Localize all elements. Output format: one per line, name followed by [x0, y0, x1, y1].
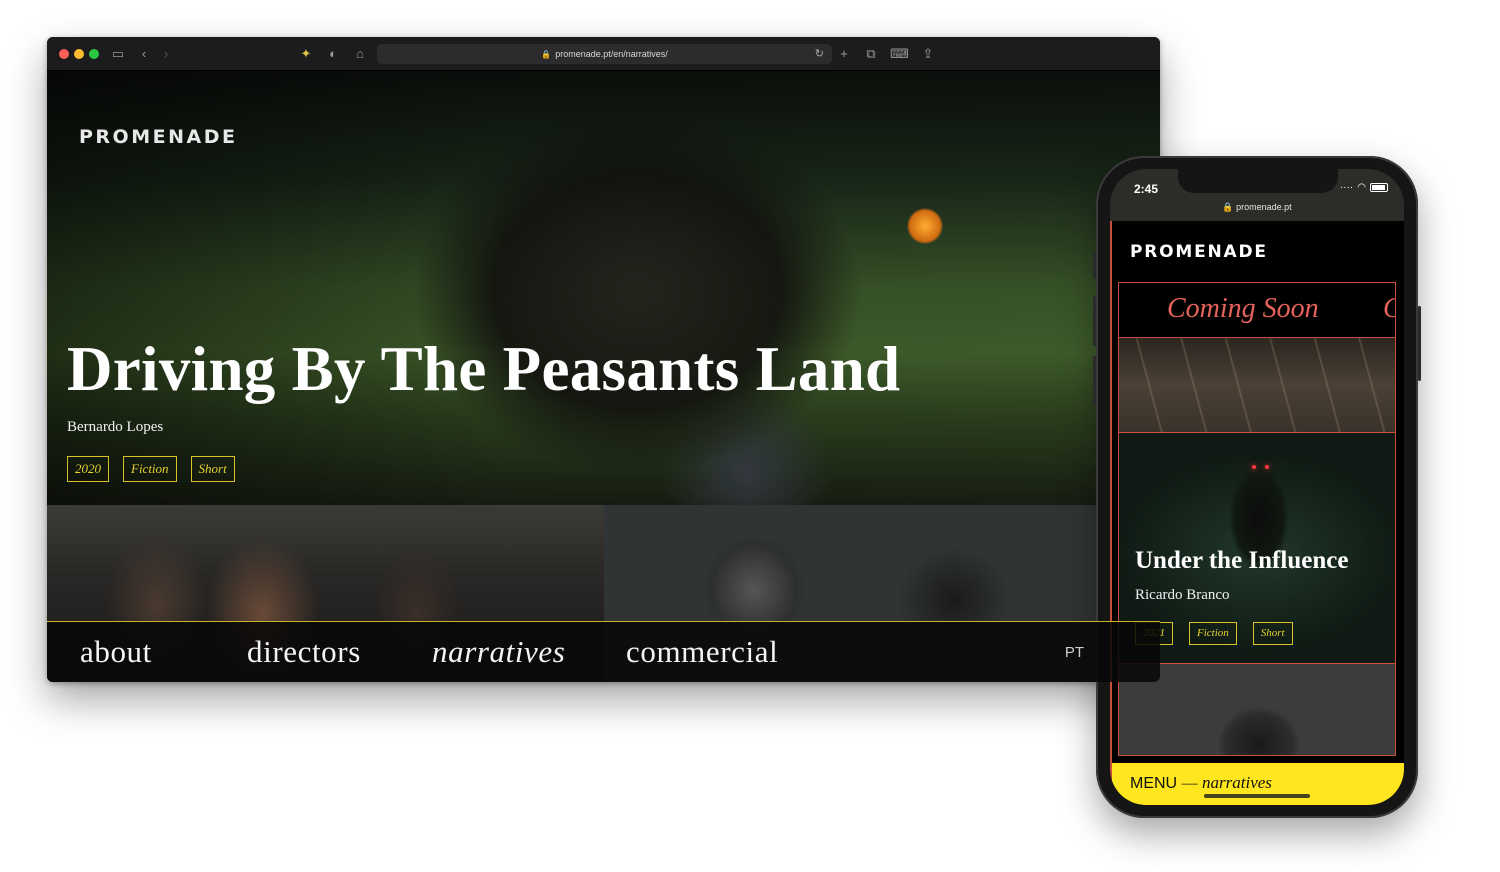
- coming-soon-text: Coming Soon: [1167, 293, 1319, 324]
- home-icon[interactable]: ⌂: [351, 45, 369, 63]
- new-tab-icon[interactable]: +: [835, 45, 853, 63]
- page-viewport: PROMENADE Driving By The Peasants Land B…: [47, 71, 1160, 682]
- phone-address-bar[interactable]: 🔒 promenade.pt: [1110, 202, 1404, 213]
- extension-icon[interactable]: ✦: [297, 45, 315, 63]
- forward-icon[interactable]: ›: [157, 45, 175, 63]
- phone-site-logo[interactable]: PROMENADE: [1130, 242, 1268, 262]
- sidebar-toggle-icon[interactable]: ▭: [109, 45, 127, 63]
- coming-soon-image[interactable]: [1118, 338, 1396, 432]
- address-url: promenade.pt/en/narratives/: [555, 49, 668, 59]
- project-card-title: Under the Influence: [1135, 547, 1349, 574]
- phone-mute-switch: [1093, 251, 1096, 279]
- coming-soon-text-next: C: [1383, 293, 1395, 325]
- battery-icon: [1370, 183, 1388, 192]
- phone-power-button: [1418, 306, 1421, 381]
- desktop-browser-window: ▭ ‹ › ✦ ◐ ⌂ 🔒 promenade.pt/en/narratives…: [47, 37, 1160, 682]
- tab-overview-icon[interactable]: ⧉: [862, 45, 880, 63]
- hero-tags: 2020 Fiction Short: [67, 456, 235, 482]
- back-icon[interactable]: ‹: [135, 45, 153, 63]
- project-card-director: Ricardo Branco: [1135, 587, 1230, 603]
- status-time: 2:45: [1134, 182, 1159, 196]
- phone-volume-down: [1093, 356, 1096, 406]
- hero-title[interactable]: Driving By The Peasants Land: [67, 333, 900, 406]
- share-icon[interactable]: ⇪: [919, 45, 937, 63]
- tag-genre: Fiction: [123, 456, 177, 482]
- reload-icon[interactable]: ↻: [815, 47, 824, 60]
- close-window-button[interactable]: [59, 49, 69, 59]
- menu-label: MENU: [1130, 775, 1178, 792]
- phone-mockup: 2:45 ···· ◠ 🔒 promenade.pt PROMENADE Com…: [1093, 156, 1421, 818]
- tag-genre: Fiction: [1189, 622, 1237, 645]
- menu-separator: —: [1181, 775, 1198, 792]
- lock-icon: 🔒: [541, 49, 552, 59]
- main-navigation: about directors narratives commercial PT: [47, 621, 1160, 682]
- nav-commercial[interactable]: commercial: [626, 634, 778, 670]
- address-bar[interactable]: 🔒 promenade.pt/en/narratives/ ↻: [377, 44, 832, 64]
- hero-director: Bernardo Lopes: [67, 419, 164, 435]
- phone-notch: [1178, 169, 1338, 193]
- language-switch[interactable]: PT: [1065, 644, 1084, 661]
- wifi-icon: ◠: [1357, 182, 1366, 193]
- signal-icon: ····: [1339, 182, 1354, 193]
- nav-directors[interactable]: directors: [247, 634, 361, 670]
- nav-about[interactable]: about: [80, 634, 152, 670]
- hero-light-orb: [907, 208, 943, 244]
- browser-toolbar: ▭ ‹ › ✦ ◐ ⌂ 🔒 promenade.pt/en/narratives…: [47, 37, 1160, 71]
- zoom-window-button[interactable]: [89, 49, 99, 59]
- phone-screen: 2:45 ···· ◠ 🔒 promenade.pt PROMENADE Com…: [1110, 169, 1404, 805]
- coming-soon-marquee[interactable]: Coming Soon C: [1118, 282, 1396, 338]
- phone-volume-up: [1093, 296, 1096, 346]
- site-logo[interactable]: PROMENADE: [79, 126, 237, 148]
- status-icons: ···· ◠: [1340, 182, 1388, 193]
- mobile-menu-bar[interactable]: MENU — narratives: [1112, 763, 1404, 805]
- phone-page: PROMENADE Coming Soon C Under the Influe…: [1110, 221, 1404, 805]
- creature-eye: [1252, 465, 1256, 469]
- creature-eye: [1265, 465, 1269, 469]
- phone-url-text: promenade.pt: [1236, 202, 1292, 212]
- reading-list-icon[interactable]: ⌨: [890, 45, 909, 63]
- nav-narratives[interactable]: narratives: [432, 634, 565, 670]
- privacy-shield-icon[interactable]: ◐: [324, 45, 342, 63]
- menu-current-section: narratives: [1202, 773, 1272, 792]
- lock-icon: 🔒: [1222, 202, 1234, 212]
- tag-format: Short: [190, 456, 235, 482]
- minimize-window-button[interactable]: [74, 49, 84, 59]
- menu-button[interactable]: MENU — narratives: [1130, 773, 1272, 793]
- home-indicator: [1204, 794, 1310, 798]
- phone-status-bar: 2:45 ···· ◠ 🔒 promenade.pt: [1110, 169, 1404, 221]
- tag-format: Short: [1252, 622, 1293, 645]
- tag-year: 2020: [67, 456, 109, 482]
